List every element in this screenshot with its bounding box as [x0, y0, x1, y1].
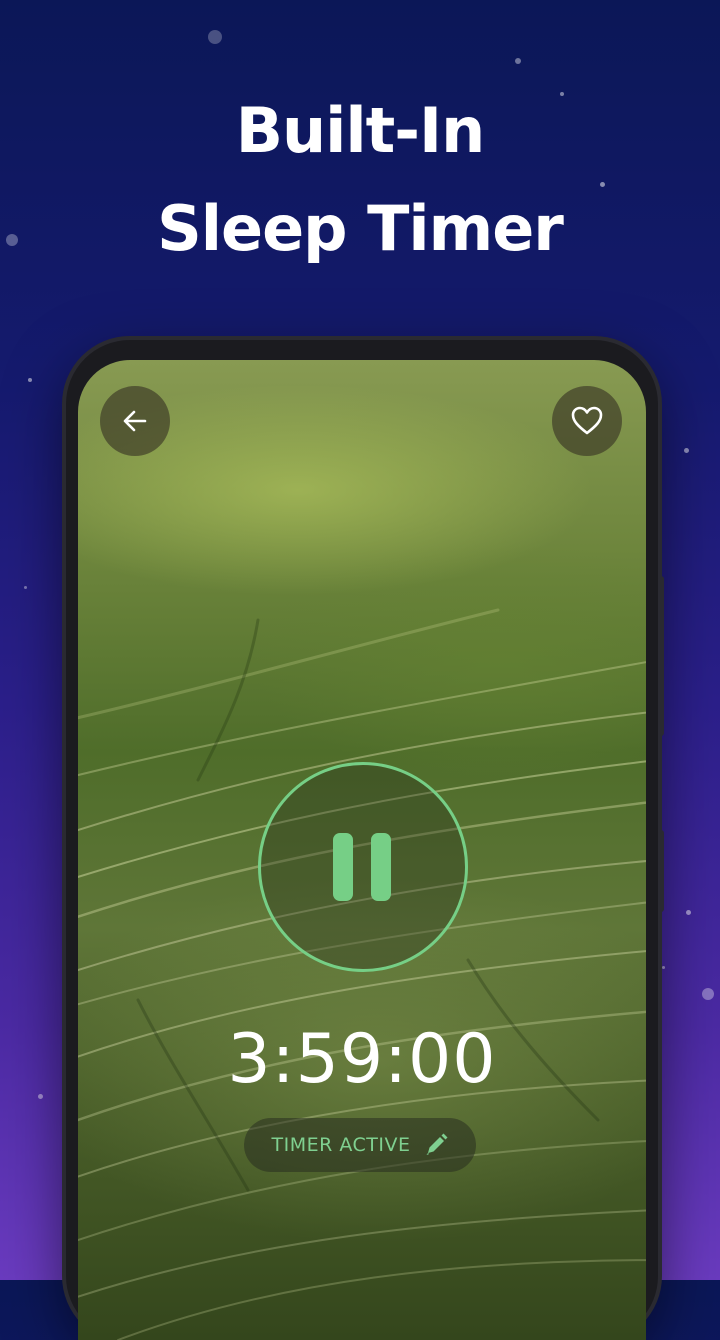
phone-frame: 3:59:00 TIMER ACTIVE	[66, 340, 664, 1340]
star	[38, 1094, 43, 1099]
headline-line-2: Sleep Timer	[157, 192, 564, 265]
star	[702, 988, 714, 1000]
pause-icon-bar	[333, 833, 353, 901]
pause-icon-bar	[371, 833, 391, 901]
star	[684, 448, 689, 453]
phone-side-button	[658, 830, 664, 912]
timer-status-button[interactable]: TIMER ACTIVE	[244, 1118, 476, 1172]
star	[662, 966, 665, 969]
pause-button[interactable]	[258, 762, 468, 972]
timer-status-label: TIMER ACTIVE	[271, 1134, 411, 1156]
star	[24, 586, 27, 589]
star	[28, 378, 32, 382]
star	[515, 58, 521, 64]
star	[208, 30, 222, 44]
arrow-left-icon	[123, 410, 147, 432]
star	[686, 910, 691, 915]
headline-line-1: Built-In	[235, 94, 485, 167]
phone-side-button	[658, 576, 664, 736]
timer-countdown: 3:59:00	[227, 1020, 497, 1099]
heart-outline-icon	[571, 406, 603, 435]
favorite-button[interactable]	[552, 386, 622, 456]
headline: Built-In Sleep Timer	[0, 82, 720, 278]
player-screen: 3:59:00 TIMER ACTIVE	[78, 360, 646, 1340]
pencil-icon	[426, 1133, 447, 1155]
back-button[interactable]	[100, 386, 170, 456]
